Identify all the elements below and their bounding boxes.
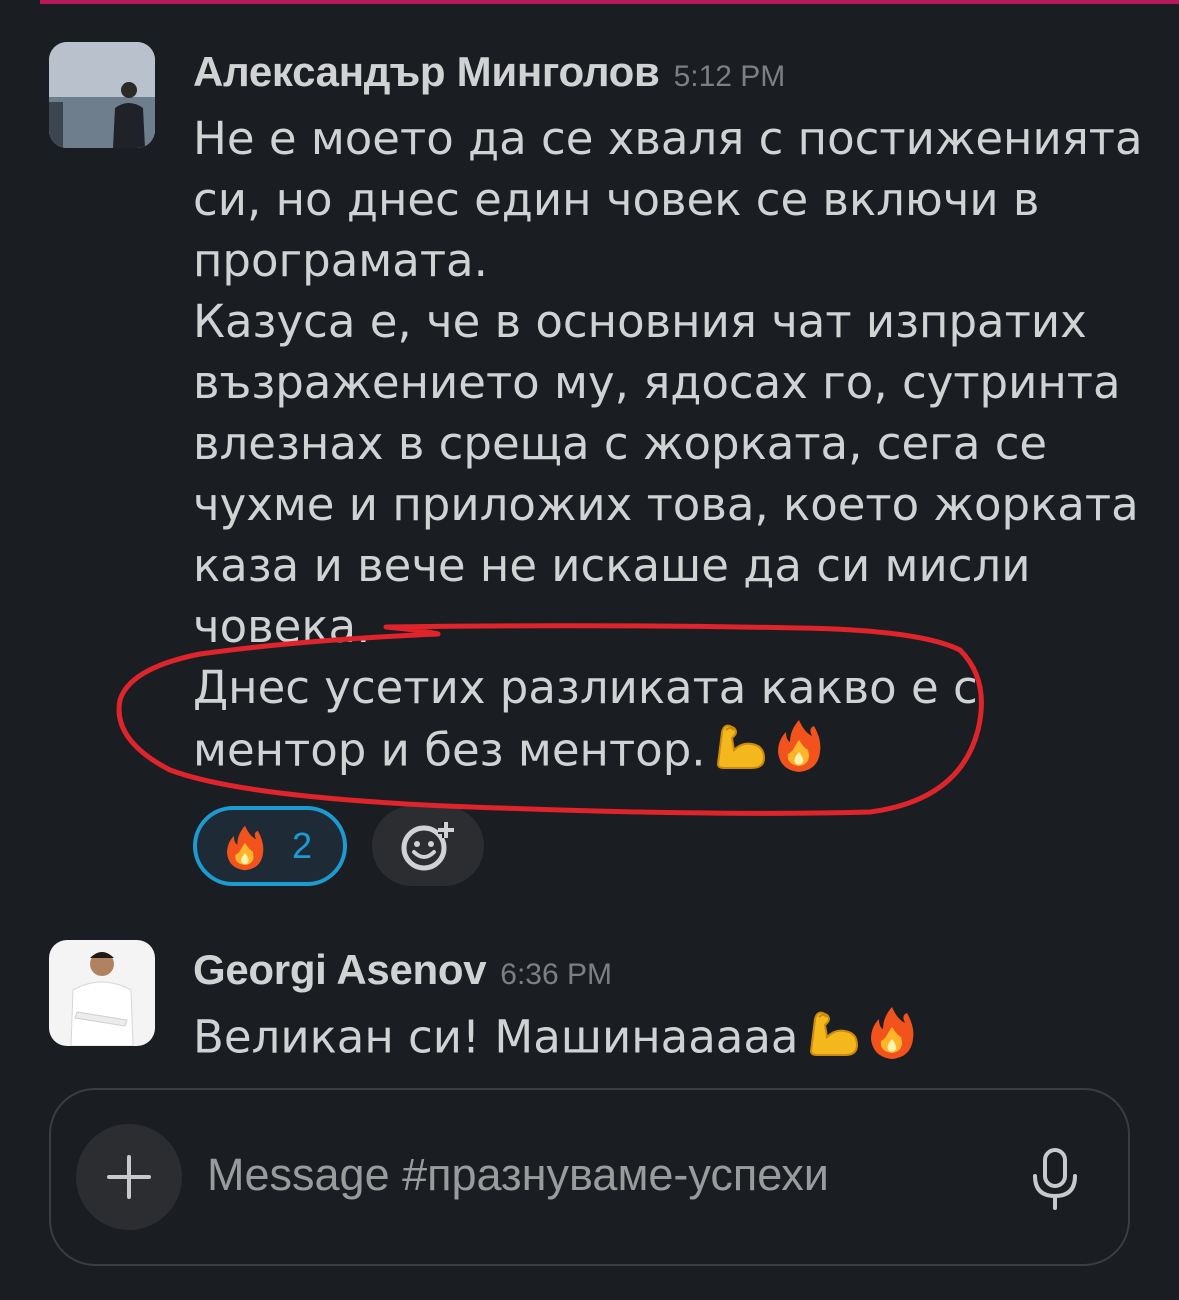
message-line-text: ментор и без ментор.	[193, 723, 706, 777]
fire-icon	[223, 824, 267, 877]
fire-icon	[774, 718, 824, 789]
message-line: програмата.	[193, 234, 488, 287]
flexed-biceps-icon	[805, 1007, 861, 1074]
message-line: чухме и приложих това, което жорката	[193, 478, 1139, 531]
reaction-count: 2	[292, 825, 313, 866]
avatar-aleksandar[interactable]	[49, 42, 155, 148]
plus-icon	[107, 1155, 151, 1199]
message-line-last: ментор и без ментор.	[193, 718, 1153, 779]
message-line: Не е моето да се хваля с постиженията	[193, 112, 1143, 165]
message-line: Великан си! Машинааааа	[193, 1005, 1153, 1066]
message-line: каза и вече не искаше да си мисли	[193, 539, 1031, 592]
author-name[interactable]: Александър Минголов	[193, 48, 660, 95]
add-attachment-button[interactable]	[76, 1124, 182, 1230]
message-input[interactable]	[207, 1149, 1007, 1201]
message-body: Не е моето да се хваля с постиженията си…	[193, 108, 1153, 779]
reaction-fire-button[interactable]: 2	[193, 806, 347, 886]
message-line: влезнах в среща с жорката, сега се	[193, 417, 1048, 470]
fire-icon	[867, 1005, 917, 1076]
timestamp[interactable]: 5:12 PM	[674, 60, 786, 93]
microphone-icon	[1033, 1148, 1077, 1210]
message-line: човека.	[193, 600, 371, 653]
message-header: Александър Минголов 5:12 PM	[193, 48, 785, 96]
message-line: Казуса е, че в основния чат изпратих	[193, 295, 1087, 348]
avatar-georgi[interactable]	[49, 940, 155, 1046]
flexed-biceps-icon	[712, 720, 768, 787]
author-name[interactable]: Georgi Asenov	[193, 946, 487, 993]
message-header: Georgi Asenov 6:36 PM	[193, 946, 612, 994]
timestamp[interactable]: 6:36 PM	[500, 958, 612, 991]
add-emoji-icon	[398, 820, 458, 877]
voice-message-button[interactable]	[1023, 1144, 1087, 1214]
message-line: Днес усетих разликата какво е с	[193, 661, 978, 714]
message-composer	[49, 1088, 1130, 1266]
message-body: Великан си! Машинааааа	[193, 1005, 1153, 1066]
message-line: си, но днес един човек се включи в	[193, 173, 1040, 226]
top-divider	[40, 0, 1179, 4]
message-line-text: Великан си! Машинааааа	[193, 1010, 799, 1064]
add-reaction-button[interactable]	[372, 806, 484, 886]
message-line: възражението му, ядосах го, сутринта	[193, 356, 1121, 409]
